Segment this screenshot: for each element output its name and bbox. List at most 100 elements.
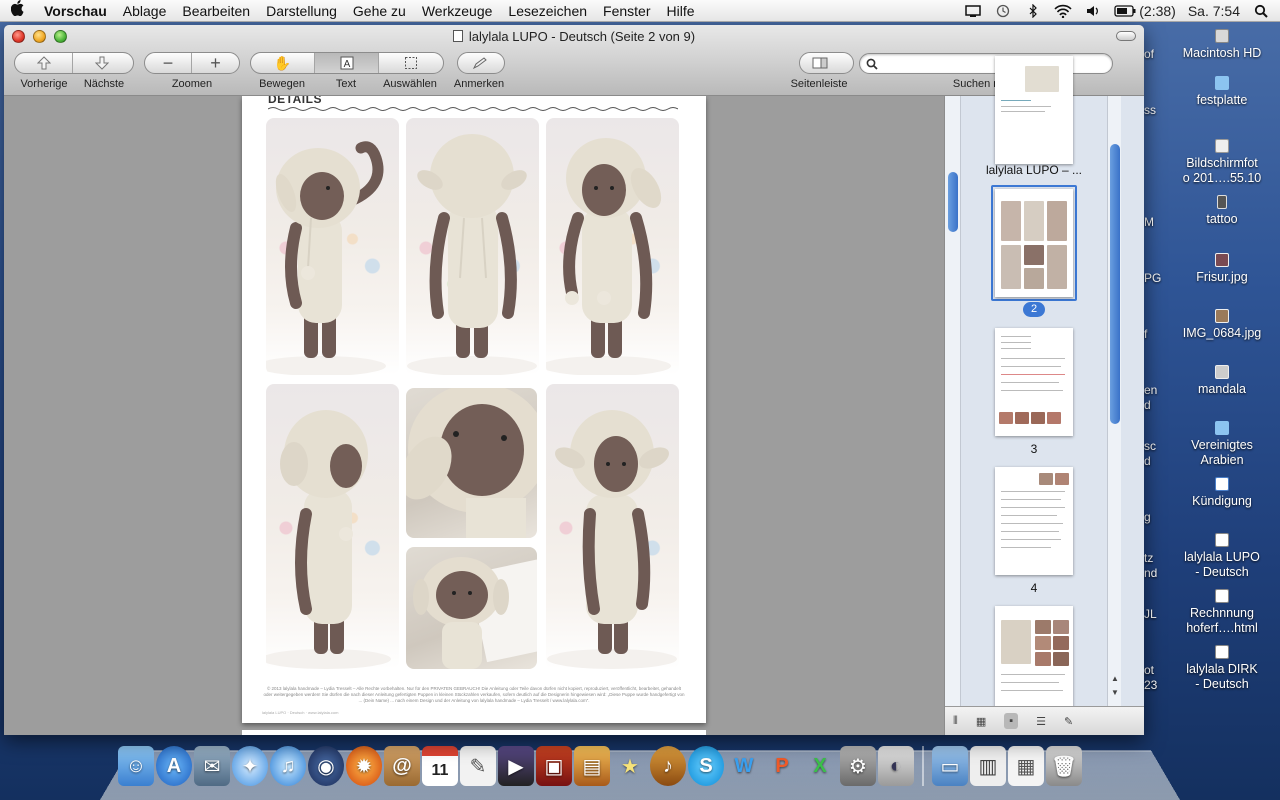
- display-icon[interactable]: [964, 4, 982, 18]
- volume-icon[interactable]: [1084, 4, 1102, 18]
- mail-icon[interactable]: ✉: [194, 746, 230, 786]
- pdf-page-next[interactable]: [242, 730, 706, 735]
- desktop-icon[interactable]: mandala: [1167, 365, 1277, 397]
- thumbnail-sidebar: lalylala LUPO – ... 2 3 4 ▲ ▼ ⦀ ▦ ▪ ☰ ✎: [944, 56, 1144, 735]
- menu-lesezeichen[interactable]: Lesezeichen: [500, 3, 595, 19]
- text-tool-button[interactable]: A: [315, 53, 379, 73]
- skype-icon[interactable]: S: [688, 746, 724, 786]
- scroll-down-arrow-icon[interactable]: ▼: [1108, 688, 1122, 697]
- list-view-icon[interactable]: ☰: [1036, 715, 1046, 728]
- itunes-icon[interactable]: ♫: [270, 746, 306, 786]
- zoom-in-button[interactable]: +: [192, 53, 239, 73]
- thumbnail-label: lalylala LUPO – ...: [985, 163, 1083, 177]
- desktop-icon[interactable]: lalylala DIRK - Deutsch: [1167, 645, 1277, 692]
- star-icon[interactable]: ★: [612, 746, 648, 786]
- page-thumbnail[interactable]: [995, 189, 1073, 297]
- menu-ablage[interactable]: Ablage: [115, 3, 175, 19]
- thumbnail-view-icon[interactable]: ▪: [1004, 713, 1019, 729]
- annotation-view-icon[interactable]: ✎: [1064, 715, 1073, 728]
- firefox-icon[interactable]: ✹: [346, 746, 382, 786]
- photo-booth-icon[interactable]: ◐: [878, 746, 914, 786]
- scroll-up-arrow-icon[interactable]: ▲: [1108, 674, 1122, 683]
- pdf-page[interactable]: DETAILS © 2013 lalylala handmade – Lydia…: [242, 96, 706, 723]
- page-thumbnail[interactable]: [995, 467, 1073, 575]
- doll-photo: [546, 384, 679, 669]
- wifi-icon[interactable]: [1054, 4, 1072, 18]
- dashboard-icon[interactable]: ◉: [308, 746, 344, 786]
- excel-icon[interactable]: X: [802, 746, 838, 786]
- desktop-label-fragment: ss: [1144, 103, 1156, 117]
- textedit-icon[interactable]: ✎: [460, 746, 496, 786]
- window-titlebar[interactable]: lalylala LUPO - Deutsch (Seite 2 von 9) …: [4, 25, 1144, 96]
- sidebar-icon: [812, 57, 828, 69]
- desktop-icon[interactable]: IMG_0684.jpg: [1167, 309, 1277, 341]
- ical-icon[interactable]: 11: [422, 746, 458, 786]
- previous-page-button[interactable]: [15, 53, 73, 73]
- desktop-label-fragment: g: [1144, 510, 1151, 524]
- apple-menu-icon[interactable]: [0, 0, 36, 21]
- grid-view-icon[interactable]: ▦: [976, 715, 986, 728]
- thumbnail-scrollbar[interactable]: ▲ ▼: [1107, 96, 1121, 706]
- scrollbar-thumb[interactable]: [1110, 144, 1120, 424]
- preview-icon[interactable]: ▣: [536, 746, 572, 786]
- doll-photo: [266, 384, 399, 669]
- iphoto-icon[interactable]: ▤: [574, 746, 610, 786]
- scrollbar-thumb[interactable]: [948, 172, 958, 232]
- desktop-icon[interactable]: lalylala LUPO - Deutsch: [1167, 533, 1277, 580]
- applications-folder-icon[interactable]: ▭: [932, 746, 968, 786]
- menu-werkzeuge[interactable]: Werkzeuge: [414, 3, 501, 19]
- column-view-icon[interactable]: ⦀: [953, 715, 958, 728]
- desktop-icon[interactable]: festplatte: [1167, 76, 1277, 108]
- magnifier-icon: [866, 58, 878, 70]
- time-machine-icon[interactable]: [994, 4, 1012, 18]
- page-thumbnail[interactable]: [995, 328, 1073, 436]
- page-thumbnail[interactable]: [995, 56, 1073, 164]
- bluetooth-icon[interactable]: [1024, 3, 1042, 18]
- desktop-icon[interactable]: Rechnnung hoferf….html: [1167, 589, 1277, 636]
- menu-clock[interactable]: Sa. 7:54: [1188, 3, 1240, 19]
- content-scrollbar[interactable]: [945, 96, 961, 706]
- annotate-group: Anmerken: [454, 52, 505, 90]
- crochet-doll-illustration: [546, 138, 671, 375]
- desktop-icon[interactable]: Macintosh HD: [1167, 29, 1277, 61]
- powerpoint-icon[interactable]: P: [764, 746, 800, 786]
- battery-status[interactable]: (2:38): [1114, 3, 1176, 19]
- menu-hilfe[interactable]: Hilfe: [659, 3, 703, 19]
- documents-stack-icon[interactable]: ▥: [970, 746, 1006, 786]
- finder-icon[interactable]: ☺: [118, 746, 154, 786]
- page-thumbnail[interactable]: [995, 606, 1073, 714]
- trash-icon[interactable]: 🗑: [1046, 746, 1082, 786]
- safari-icon[interactable]: ✦: [232, 746, 268, 786]
- select-tool-button[interactable]: [379, 53, 443, 73]
- word-icon[interactable]: W: [726, 746, 762, 786]
- menu-darstellung[interactable]: Darstellung: [258, 3, 345, 19]
- desktop-icon[interactable]: tattoo: [1167, 195, 1277, 227]
- text-select-icon: A: [340, 56, 353, 70]
- desktop-icon[interactable]: Frisur.jpg: [1167, 253, 1277, 285]
- imovie-icon[interactable]: ▶: [498, 746, 534, 786]
- spotlight-search-icon[interactable]: [1252, 4, 1270, 18]
- desktop-icon[interactable]: Bildschirmfot o 201….55.10: [1167, 139, 1277, 186]
- menu-bearbeiten[interactable]: Bearbeiten: [174, 3, 258, 19]
- document-view[interactable]: DETAILS © 2013 lalylala handmade – Lydia…: [4, 96, 944, 735]
- menu-fenster[interactable]: Fenster: [595, 3, 658, 19]
- next-page-button[interactable]: [73, 53, 131, 73]
- toolbar-toggle-button[interactable]: [1116, 31, 1136, 41]
- address-book-icon[interactable]: @: [384, 746, 420, 786]
- downloads-stack-icon[interactable]: ▦: [1008, 746, 1044, 786]
- desktop-icon[interactable]: Vereinigtes Arabien: [1167, 421, 1277, 468]
- move-tool-button[interactable]: ✋: [251, 53, 315, 73]
- desktop-icon[interactable]: Kündigung: [1167, 477, 1277, 509]
- zoom-out-button[interactable]: −: [145, 53, 192, 73]
- crochet-doll-illustration: [266, 141, 386, 375]
- menu-app-name[interactable]: Vorschau: [36, 3, 115, 19]
- system-preferences-icon[interactable]: ⚙: [840, 746, 876, 786]
- window-title: lalylala LUPO - Deutsch (Seite 2 von 9): [4, 29, 1144, 44]
- app-store-icon[interactable]: A: [156, 746, 192, 786]
- search-field[interactable]: [859, 53, 1113, 74]
- menu-gehe-zu[interactable]: Gehe zu: [345, 3, 414, 19]
- garageband-icon[interactable]: ♪: [650, 746, 686, 786]
- sidebar-toggle-button[interactable]: [800, 53, 840, 73]
- annotate-button[interactable]: [458, 53, 502, 73]
- dock-items: ☺ A ✉ ✦ ♫ ◉ ✹ @ 11 ✎ ▶ ▣ ▤ ★ ♪ S W P X ⚙…: [118, 746, 1082, 786]
